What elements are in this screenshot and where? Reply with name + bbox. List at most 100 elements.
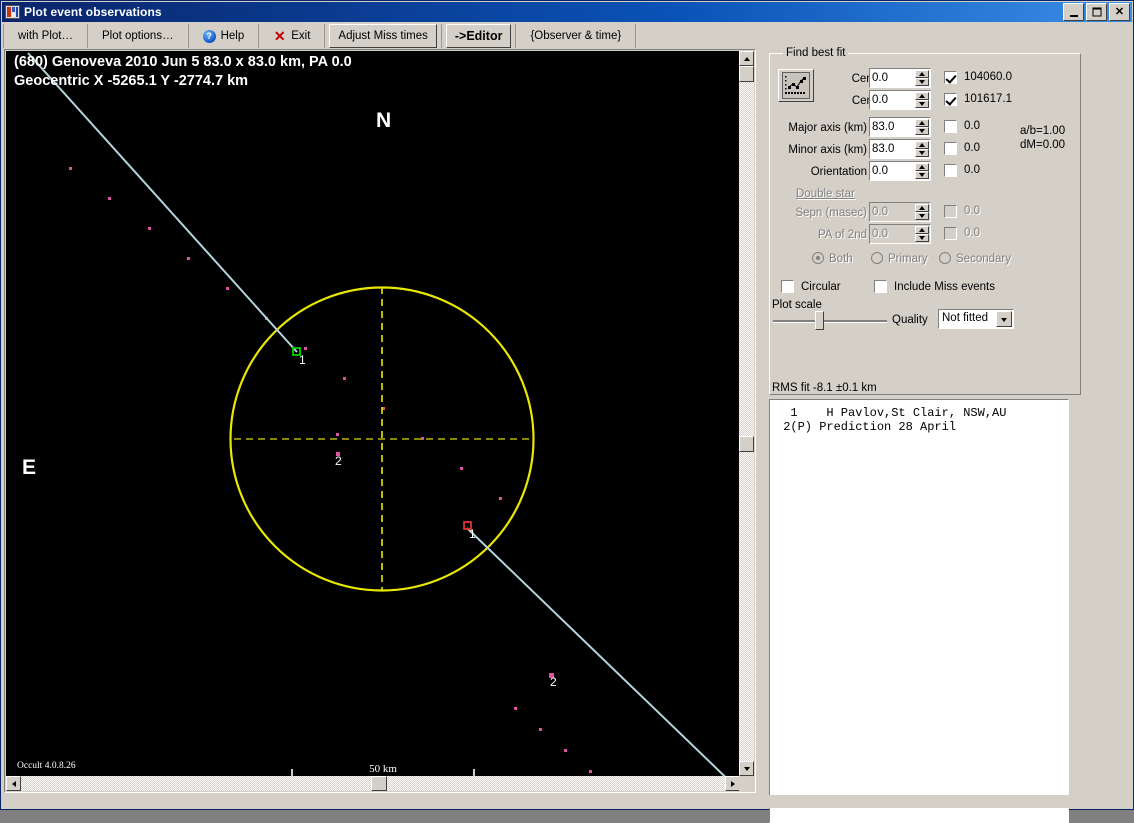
- sepn-checkbox: [944, 205, 957, 218]
- sepn-label: Sepn (masec): [795, 207, 867, 219]
- toolbar-divider: [515, 24, 517, 48]
- toolbar-divider: [635, 24, 637, 48]
- pa-of-2nd-checkbox: [944, 227, 957, 240]
- track-mid-label: 2: [335, 454, 342, 468]
- help-label: Help: [220, 30, 245, 42]
- quality-select[interactable]: Not fitted: [938, 309, 1014, 329]
- list-item[interactable]: 1 H Pavlov,St Clair, NSW,AU: [776, 406, 1006, 420]
- radio-secondary-label: Secondary: [956, 253, 1011, 265]
- sepn-result: 0.0: [964, 205, 980, 217]
- version-label: Occult 4.0.8.26: [17, 761, 76, 771]
- observer-time-button[interactable]: {Observer & time}: [517, 24, 634, 48]
- circular-checkbox[interactable]: [781, 280, 794, 293]
- orientation-input[interactable]: [872, 163, 912, 179]
- pa-of-2nd-label: PA of 2nd: [817, 229, 867, 241]
- sepn-stepper: [869, 202, 931, 222]
- center-y-input[interactable]: [872, 92, 912, 108]
- center-x-up[interactable]: [915, 70, 929, 78]
- scale-bar-label: 50 km: [369, 763, 397, 775]
- exit-button[interactable]: ✕ Exit: [260, 24, 323, 48]
- plot-scale-label: Plot scale: [772, 299, 822, 311]
- major-axis-down[interactable]: [915, 127, 929, 135]
- minor-axis-input[interactable]: [872, 141, 912, 157]
- toolbar-divider: [187, 24, 189, 48]
- minor-axis-result: 0.0: [964, 142, 980, 154]
- radio-secondary: [939, 252, 951, 264]
- plot-vertical-scrollbar[interactable]: [739, 51, 754, 776]
- major-axis-checkbox[interactable]: [944, 120, 957, 133]
- center-x-input[interactable]: [872, 70, 912, 86]
- window-buttons: ✕: [1063, 3, 1130, 21]
- major-axis-stepper[interactable]: [869, 117, 931, 137]
- occultation-plot[interactable]: (680) Genoveva 2010 Jun 5 83.0 x 83.0 km…: [6, 51, 740, 776]
- exit-icon: ✕: [273, 27, 286, 44]
- major-axis-input[interactable]: [872, 119, 912, 135]
- minor-axis-up[interactable]: [915, 141, 929, 149]
- close-button[interactable]: ✕: [1109, 3, 1130, 21]
- dm-label: dM=0.00: [1020, 139, 1066, 151]
- orientation-up[interactable]: [915, 163, 929, 171]
- plot-canvas: [27, 52, 726, 776]
- pa-of-2nd-stepper: [869, 224, 931, 244]
- major-axis-up[interactable]: [915, 119, 929, 127]
- scrollbar-corner: [739, 776, 754, 791]
- scroll-up-button[interactable]: [739, 51, 754, 66]
- radio-primary: [871, 252, 883, 264]
- track-lower-label: 2: [550, 675, 557, 689]
- find-best-fit-title: Find best fit: [783, 47, 849, 59]
- pa-of-2nd-result: 0.0: [964, 227, 980, 239]
- with-plot-button[interactable]: with Plot…: [5, 24, 86, 48]
- app-icon: [5, 5, 20, 19]
- plot-scale-track[interactable]: [773, 320, 887, 323]
- editor-label: ->Editor: [454, 29, 503, 43]
- plot-scale-thumb[interactable]: [815, 311, 824, 330]
- center-x-stepper[interactable]: [869, 68, 931, 88]
- plot-vscroll-thumb-top[interactable]: [739, 66, 754, 82]
- maximize-button[interactable]: [1086, 3, 1107, 21]
- chevron-down-icon[interactable]: [996, 311, 1012, 327]
- plot-hscroll-thumb[interactable]: [371, 776, 387, 791]
- plot-vscroll-thumb[interactable]: [739, 436, 754, 452]
- radio-primary-label: Primary: [888, 253, 928, 265]
- pa-of-2nd-input: [872, 226, 912, 242]
- orientation-label: Orientation: [810, 166, 867, 178]
- center-y-down[interactable]: [915, 100, 929, 108]
- pa-of-2nd-down: [915, 234, 929, 242]
- minimize-button[interactable]: [1063, 3, 1084, 21]
- chord-end-label: 1: [469, 527, 476, 541]
- center-x-checkbox[interactable]: [944, 71, 957, 84]
- major-axis-result: 0.0: [964, 120, 980, 132]
- scroll-left-button[interactable]: [6, 776, 21, 791]
- center-y-stepper[interactable]: [869, 90, 931, 110]
- center-y-up[interactable]: [915, 92, 929, 100]
- toolbar-divider: [440, 24, 442, 48]
- observer-time-label: {Observer & time}: [530, 30, 622, 42]
- minor-axis-stepper[interactable]: [869, 139, 931, 159]
- adjust-miss-times-button[interactable]: Adjust Miss times: [329, 24, 437, 48]
- orientation-result: 0.0: [964, 164, 980, 176]
- double-star-label: Double star: [796, 188, 855, 200]
- minor-axis-checkbox[interactable]: [944, 142, 957, 155]
- help-button[interactable]: ? Help: [190, 24, 258, 48]
- minor-axis-down[interactable]: [915, 149, 929, 157]
- orientation-down[interactable]: [915, 171, 929, 179]
- editor-button[interactable]: ->Editor: [445, 24, 512, 48]
- list-item[interactable]: 2(P) Prediction 28 April: [776, 420, 956, 434]
- help-icon: ?: [202, 29, 216, 43]
- plot-title-line1: (680) Genoveva 2010 Jun 5 83.0 x 83.0 km…: [14, 54, 352, 70]
- sepn-up: [915, 204, 929, 212]
- chord-line-entry: [27, 52, 298, 353]
- radio-both: [812, 252, 824, 264]
- center-y-checkbox[interactable]: [944, 93, 957, 106]
- plot-options-button[interactable]: Plot options…: [89, 24, 187, 48]
- title-bar: Plot event observations ✕: [2, 2, 1132, 22]
- center-x-down[interactable]: [915, 78, 929, 86]
- scroll-down-button[interactable]: [739, 761, 754, 776]
- scroll-right-button[interactable]: [725, 776, 740, 791]
- plot-horizontal-scrollbar[interactable]: [6, 776, 740, 791]
- orientation-stepper[interactable]: [869, 161, 931, 181]
- orientation-checkbox[interactable]: [944, 164, 957, 177]
- include-miss-checkbox[interactable]: [874, 280, 887, 293]
- observer-listbox[interactable]: 1 H Pavlov,St Clair, NSW,AU 2(P) Predict…: [769, 399, 1069, 823]
- toolbar-divider: [3, 24, 4, 48]
